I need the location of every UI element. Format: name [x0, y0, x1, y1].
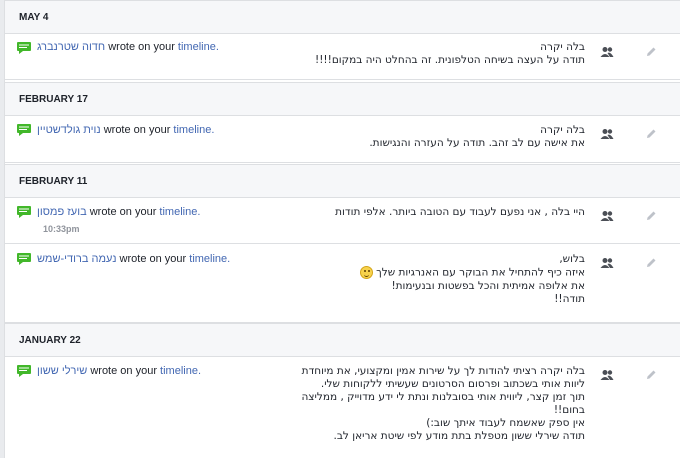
message-bubble-icon: [17, 365, 31, 377]
pencil-icon[interactable]: [645, 369, 657, 381]
timeline-link[interactable]: timeline.: [159, 206, 200, 218]
date-header: JANUARY 22: [5, 323, 680, 357]
message-bubble-icon: [17, 206, 31, 218]
author-link[interactable]: חדוה שטרנברג: [37, 41, 105, 53]
date-header: FEBRUARY 11: [5, 164, 680, 198]
activity-row: שירלי ששון wrote on your timeline. בלה י…: [5, 357, 680, 458]
pencil-icon[interactable]: [645, 257, 657, 269]
timeline-link[interactable]: timeline.: [173, 124, 214, 136]
message-bubble-icon: [17, 42, 31, 54]
message-line: בלה יקרה רציתי להודות לך על שירות אמין ו…: [301, 365, 585, 377]
message-bubble-icon: [17, 124, 31, 136]
message-line: תודה שירלי ששון מטפלת בתת מודע לפי שיטת …: [333, 430, 585, 442]
author-link[interactable]: שירלי ששון: [37, 365, 87, 377]
timeline-link[interactable]: timeline.: [160, 365, 201, 377]
friends-icon[interactable]: [600, 46, 614, 58]
message-line: היי בלה , אני נפעם לעבוד עם הטובה ביותר.…: [335, 206, 585, 218]
author-link[interactable]: נוית גולדשטיין: [37, 124, 101, 136]
date-label: FEBRUARY 17: [19, 94, 88, 105]
pencil-icon[interactable]: [645, 210, 657, 222]
date-label: JANUARY 22: [19, 335, 81, 346]
message-line: בלה יקרה: [540, 41, 585, 53]
message-line: בלה יקרה: [540, 124, 585, 136]
message-line: ליוות אותי בשכתוב ופרסום הסרטונים שעשיתי…: [320, 378, 585, 390]
friends-icon[interactable]: [600, 128, 614, 140]
timeline-link[interactable]: timeline.: [189, 253, 230, 265]
activity-row: בועז פמסון wrote on your timeline. 10:33…: [5, 198, 680, 244]
action-text: wrote on your: [116, 253, 190, 265]
message-line: תודה על העצה בשיחה הטלפונית. זה בהחלט הי…: [315, 54, 585, 66]
smiley-emoji-icon: [359, 266, 373, 279]
action-text: wrote on your: [87, 365, 161, 377]
post-message: בלה יקרה רציתי להודות לך על שירות אמין ו…: [275, 365, 585, 443]
post-timestamp[interactable]: 10:33pm: [43, 224, 80, 234]
author-link[interactable]: בועז פמסון: [37, 206, 87, 218]
post-message: היי בלה , אני נפעם לעבוד עם הטובה ביותר.…: [275, 206, 585, 219]
timeline-link[interactable]: timeline.: [178, 41, 219, 53]
message-line: את אישה עם לב זהב. תודה על העזרה והנגישו…: [369, 137, 585, 149]
activity-summary: בועז פמסון wrote on your timeline.: [37, 206, 200, 218]
action-text: wrote on your: [105, 41, 178, 53]
date-label: FEBRUARY 11: [19, 176, 88, 187]
message-line-with-emoji: איזה כיף להתחיל את הבוקר עם האנרגיות שלך: [275, 266, 585, 280]
friends-icon[interactable]: [600, 257, 614, 269]
message-text: איזה כיף להתחיל את הבוקר עם האנרגיות שלך: [376, 266, 585, 279]
activity-summary: נעמה ברודי-שמש wrote on your timeline.: [37, 253, 230, 265]
message-line: את אלופה אמיתית והכל בפשטות ובנעימות!: [391, 279, 585, 292]
message-line: תודה!!: [554, 292, 585, 305]
pencil-icon[interactable]: [645, 128, 657, 140]
action-text: wrote on your: [86, 206, 160, 218]
activity-row: נעמה ברודי-שמש wrote on your timeline. ב…: [5, 245, 680, 323]
activity-row: חדוה שטרנברג wrote on your timeline. בלה…: [5, 34, 680, 80]
date-header: MAY 4: [5, 0, 680, 34]
date-label: MAY 4: [19, 12, 49, 23]
message-bubble-icon: [17, 253, 31, 265]
action-text: wrote on your: [100, 124, 174, 136]
activity-row: נוית גולדשטיין wrote on your timeline. ב…: [5, 116, 680, 163]
post-message: בלה יקרה תודה על העצה בשיחה הטלפונית. זה…: [275, 41, 585, 67]
activity-summary: נוית גולדשטיין wrote on your timeline.: [37, 124, 214, 136]
message-line: בחום!!: [553, 404, 585, 416]
post-message: בלה יקרה את אישה עם לב זהב. תודה על העזר…: [275, 124, 585, 150]
activity-summary: שירלי ששון wrote on your timeline.: [37, 365, 201, 377]
message-line: אין ספק שאשמח לעבוד איתך שוב:): [426, 417, 585, 429]
friends-icon[interactable]: [600, 210, 614, 222]
timeline-activity-panel: MAY 4 חדוה שטרנברג wrote on your timelin…: [4, 0, 680, 458]
author-link[interactable]: נעמה ברודי-שמש: [37, 253, 117, 265]
friends-icon[interactable]: [600, 369, 614, 381]
message-line: בלוש,: [559, 253, 585, 265]
activity-summary: חדוה שטרנברג wrote on your timeline.: [37, 41, 219, 53]
pencil-icon[interactable]: [645, 46, 657, 58]
date-header: FEBRUARY 17: [5, 82, 680, 116]
post-message: בלוש, איזה כיף להתחיל את הבוקר עם האנרגי…: [275, 253, 585, 306]
message-line: תוך זמן קצר, ליווית אותי בסובלנות ונתת ל…: [301, 391, 585, 403]
